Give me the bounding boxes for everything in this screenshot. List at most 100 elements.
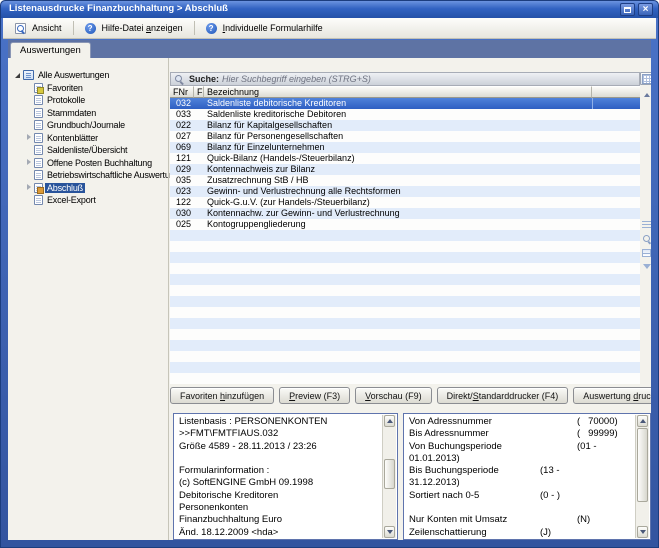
tree-item-alle-auswertungen[interactable]: Alle Auswertungen xyxy=(12,69,168,82)
cell-extra xyxy=(592,175,640,186)
cell-bezeichnung: Quick-G.u.V. (zur Handels-/Steuerbilanz) xyxy=(204,197,592,208)
zoom-button[interactable] xyxy=(640,232,651,245)
expander-icon[interactable] xyxy=(25,133,34,142)
scroll-up-button[interactable] xyxy=(637,415,648,427)
tree-item-excel-export[interactable]: Excel-Export xyxy=(12,194,168,207)
expander-spacer xyxy=(25,121,34,130)
cell-extra xyxy=(592,98,640,109)
table-row[interactable]: 030Kontennachw. zur Gewinn- und Verlustr… xyxy=(170,208,640,219)
scroll-up-icon xyxy=(644,93,650,97)
tree-item-label: Offene Posten Buchhaltung xyxy=(45,158,154,168)
table-row[interactable]: 121Quick-Bilanz (Handels-/Steuerbilanz) xyxy=(170,153,640,164)
scrollbar-thumb[interactable] xyxy=(384,459,395,489)
cell-fnr: 122 xyxy=(170,197,194,208)
direkt-standarddrucker-f4-button[interactable]: Direkt/Standarddrucker (F4) xyxy=(437,387,569,404)
tree-item-label: Saldenliste/Übersicht xyxy=(45,145,129,155)
scroll-down-button[interactable] xyxy=(637,526,648,538)
tree-item-stammdaten[interactable]: Stammdaten xyxy=(12,107,168,120)
cell-favorite-flag xyxy=(194,131,204,142)
tree-item-favoriten[interactable]: Favoriten xyxy=(12,82,168,95)
scroll-up-button[interactable] xyxy=(384,415,395,427)
table-row[interactable]: 022Bilanz für Kapitalgesellschaften xyxy=(170,120,640,131)
param-label: Bis Adressnummer xyxy=(409,428,489,439)
cell-extra xyxy=(592,164,640,175)
tree-item-label: Abschluß xyxy=(45,183,85,193)
toolbar-separator xyxy=(194,21,195,35)
window-title: Listenausdrucke Finanzbuchhaltung > Absc… xyxy=(9,3,228,14)
preview-f3-button[interactable]: Preview (F3) xyxy=(279,387,350,404)
close-icon xyxy=(643,2,649,18)
help-icon xyxy=(85,23,96,34)
table-row[interactable]: 122 Quick-G.u.V. (zur Handels-/Steuerbila… xyxy=(170,197,640,208)
column-header-blank[interactable] xyxy=(592,86,640,98)
info-panel-scrollbar[interactable] xyxy=(382,415,396,538)
cell-extra xyxy=(592,208,640,219)
param-label: Bis Buchungsperiode xyxy=(409,465,499,476)
tree-item-kontenblätter[interactable]: Kontenblätter xyxy=(12,132,168,145)
scroll-down-button[interactable] xyxy=(384,526,395,538)
expander-icon[interactable] xyxy=(25,183,34,192)
table-row[interactable]: 025Kontogruppengliederung xyxy=(170,219,640,230)
close-button[interactable] xyxy=(638,3,653,16)
empty-row xyxy=(170,351,640,362)
toolbar-button-hilfe-datei-anzeigen[interactable]: Hilfe-Datei anzeigen xyxy=(78,20,190,37)
param-label: Zeilenschattierung xyxy=(409,527,487,538)
param-line: Bis Adressnummer( 99999) xyxy=(409,428,632,440)
cell-bezeichnung: Zusatzrechnung StB / HB xyxy=(204,175,592,186)
vorschau-f9-button[interactable]: Vorschau (F9) xyxy=(355,387,432,404)
tree-item-betriebswirtschaftliche-auswertungen[interactable]: Betriebswirtschaftliche Auswertungen xyxy=(12,169,168,182)
restore-button[interactable] xyxy=(620,3,635,16)
navigation-tree: Alle AuswertungenFavoritenProtokolleStam… xyxy=(12,69,168,207)
toolbar-button-ansicht[interactable]: Ansicht xyxy=(8,20,69,37)
down-arrow-icon xyxy=(640,530,646,534)
expander-icon[interactable] xyxy=(14,71,23,80)
filter-button[interactable] xyxy=(640,260,651,273)
page-icon xyxy=(34,108,43,118)
form-info-text: Listenbasis : PERSONENKONTEN>>FMT\FMTFIA… xyxy=(179,416,379,539)
tree-item-offene-posten-buchhaltung[interactable]: Offene Posten Buchhaltung xyxy=(12,157,168,170)
tab-auswertungen[interactable]: Auswertungen xyxy=(10,42,91,58)
page-icon xyxy=(34,195,43,205)
table-button[interactable] xyxy=(640,246,651,259)
table-row[interactable]: 027Bilanz für Personengesellschaften xyxy=(170,131,640,142)
param-line xyxy=(409,502,632,514)
expander-icon[interactable] xyxy=(25,158,34,167)
table-row[interactable]: 023Gewinn- und Verlustrechnung alle Rech… xyxy=(170,186,640,197)
list-icon xyxy=(642,221,651,229)
tree-item-saldenliste-übersicht[interactable]: Saldenliste/Übersicht xyxy=(12,144,168,157)
form-info-panel: Listenbasis : PERSONENKONTEN>>FMT\FMTFIA… xyxy=(173,413,398,540)
cell-favorite-flag xyxy=(194,153,204,164)
grid-button[interactable] xyxy=(640,72,651,85)
cell-favorite-flag xyxy=(194,142,204,153)
column-header-f[interactable]: F xyxy=(194,86,204,98)
cell-extra xyxy=(592,120,640,131)
column-header-bezeichnung[interactable]: Bezeichnung xyxy=(204,86,592,98)
param-value: ( 70000) xyxy=(577,416,618,428)
table-row[interactable]: 069Bilanz für Einzelunternehmen xyxy=(170,142,640,153)
column-header-fnr[interactable]: FNr xyxy=(170,86,194,98)
scroll-up-button[interactable] xyxy=(640,88,651,101)
auswertung-drucken-button[interactable]: Auswertung drucken xyxy=(573,387,651,404)
toolbar-button-individuelle-formularhilfe[interactable]: Individuelle Formularhilfe xyxy=(199,20,330,37)
param-label: Nur Konten mit Umsatz xyxy=(409,514,507,525)
cell-extra xyxy=(592,142,640,153)
table-row[interactable]: 033Saldenliste kreditorische Debitoren xyxy=(170,109,640,120)
empty-cell xyxy=(170,274,640,285)
favoriten-hinzufügen-button[interactable]: Favoriten hinzufügen xyxy=(170,387,274,404)
table-row[interactable]: 035Zusatzrechnung StB / HB xyxy=(170,175,640,186)
tree-item-abschluß[interactable]: Abschluß xyxy=(12,182,168,195)
table-row[interactable]: 032Saldenliste debitorische Kreditoren xyxy=(170,98,640,109)
search-input[interactable]: Suche: Hier Suchbegriff eingeben (STRG+S… xyxy=(170,72,640,86)
zoom-icon xyxy=(642,234,652,244)
table-row[interactable]: 029 Kontennachweis zur Bilanz xyxy=(170,164,640,175)
list-button[interactable] xyxy=(640,218,651,231)
tree-item-protokolle[interactable]: Protokolle xyxy=(12,94,168,107)
cell-fnr: 029 xyxy=(170,164,194,175)
results-grid: FNrFBezeichnung 032Saldenliste debitoris… xyxy=(170,86,640,384)
params-panel-scrollbar[interactable] xyxy=(635,415,649,538)
cell-bezeichnung: Kontennachweis zur Bilanz xyxy=(204,164,592,175)
scrollbar-thumb[interactable] xyxy=(637,428,648,502)
param-label: 31.12.2013) xyxy=(409,477,460,488)
tree-item-grundbuch-journale[interactable]: Grundbuch/Journale xyxy=(12,119,168,132)
up-arrow-icon xyxy=(640,419,646,423)
